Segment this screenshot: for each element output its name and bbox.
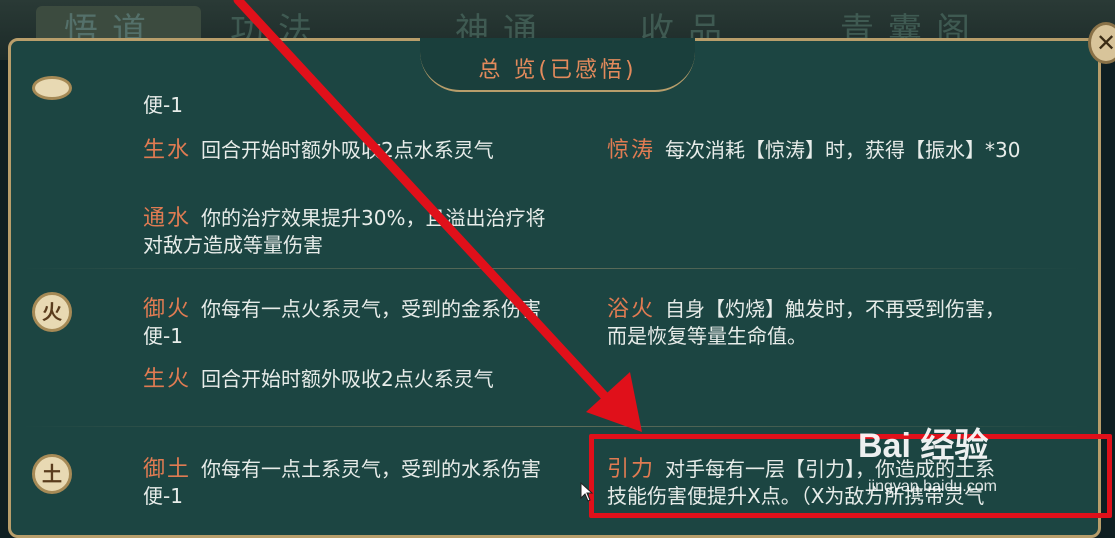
mouse-cursor-icon	[580, 482, 594, 502]
baidu-watermark: Bai 经验	[858, 427, 989, 465]
arrow-shaft	[233, 0, 617, 409]
highlight-box	[589, 434, 1112, 518]
watermark-url: jingyan.baidu.com	[868, 478, 997, 495]
